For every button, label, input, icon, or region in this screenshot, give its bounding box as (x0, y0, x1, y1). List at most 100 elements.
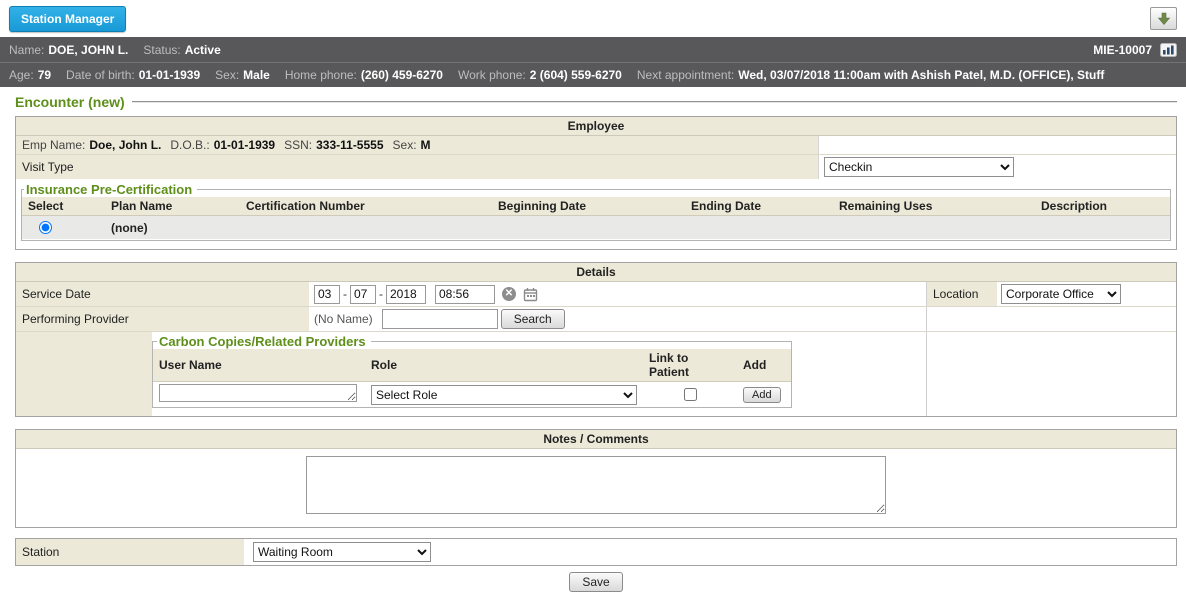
emp-sex-value: M (421, 138, 431, 152)
next-appointment-value: Wed, 03/07/2018 11:00am with Ashish Pate… (738, 68, 1104, 82)
patient-status: Active (185, 43, 221, 57)
insurance-precert-title: Insurance Pre-Certification (24, 182, 197, 197)
legend-divider (132, 101, 1177, 103)
carbon-header-row: User Name Role Link to Patient Add (153, 349, 791, 382)
visit-type-label-cell: Visit Type (16, 155, 818, 179)
calendar-button[interactable] (523, 287, 538, 302)
provider-row-spacer (926, 307, 1176, 331)
carbon-copies-row: Carbon Copies/Related Providers User Nam… (16, 331, 1176, 416)
performing-provider-inputs: (No Name) Search (309, 307, 926, 331)
chart-icon[interactable] (1160, 43, 1177, 57)
age-label: Age: (9, 68, 34, 82)
download-button[interactable] (1150, 7, 1177, 30)
next-appointment-label: Next appointment: (637, 68, 734, 82)
carbon-input-row: Select Role Add (153, 382, 791, 408)
details-header: Details (16, 263, 1176, 282)
dob-label: Date of birth: (66, 68, 135, 82)
performing-provider-row: Performing Provider (No Name) Search (16, 306, 1176, 331)
carbon-copies-title: Carbon Copies/Related Providers (157, 334, 371, 349)
carbon-add-button[interactable]: Add (743, 387, 781, 403)
col-add: Add (737, 349, 791, 382)
work-phone-value: 2 (604) 559-6270 (530, 68, 622, 82)
col-beginning-date: Beginning Date (492, 197, 685, 216)
col-plan-name: Plan Name (105, 197, 240, 216)
col-remaining-uses: Remaining Uses (833, 197, 1035, 216)
emp-dob-value: 01-01-1939 (214, 138, 275, 152)
sex-label: Sex: (215, 68, 239, 82)
location-select[interactable]: Corporate Office (1001, 284, 1121, 304)
notes-header: Notes / Comments (16, 430, 1176, 449)
carbon-username-input[interactable] (159, 384, 357, 402)
provider-search-input[interactable] (382, 309, 498, 329)
calendar-icon (523, 287, 538, 302)
service-date-month-input[interactable] (314, 285, 340, 304)
station-manager-button[interactable]: Station Manager (9, 6, 126, 32)
employee-section: Employee Emp Name: Doe, John L. D.O.B.: … (15, 116, 1177, 250)
provider-search-button[interactable]: Search (501, 309, 565, 329)
patient-demographics-bar: Age: 79 Date of birth: 01-01-1939 Sex: M… (0, 62, 1186, 87)
home-phone-value: (260) 459-6270 (361, 68, 443, 82)
service-date-label-cell: Service Date (16, 282, 309, 306)
save-row: Save (15, 572, 1177, 592)
insurance-row-none: (none) (22, 216, 1170, 240)
provider-no-name: (No Name) (314, 312, 373, 326)
service-date-label: Service Date (22, 287, 91, 301)
patient-id: MIE-10007 (1093, 43, 1152, 57)
visit-type-row: Visit Type Checkin (16, 154, 1176, 179)
service-date-inputs: - - ✕ (309, 282, 926, 306)
details-section: Details Service Date - - ✕ (15, 262, 1177, 417)
visit-type-select[interactable]: Checkin (824, 157, 1014, 177)
location-label: Location (933, 287, 978, 301)
date-separator: - (343, 287, 347, 301)
station-select[interactable]: Waiting Room (253, 542, 431, 562)
emp-name-label: Emp Name: (22, 138, 85, 152)
insurance-precert-table: Select Plan Name Certification Number Be… (22, 197, 1170, 239)
dob-value: 01-01-1939 (139, 68, 200, 82)
notes-section: Notes / Comments (15, 429, 1177, 528)
service-date-day-input[interactable] (350, 285, 376, 304)
service-date-year-input[interactable] (386, 285, 426, 304)
col-link-to-patient: Link to Patient (643, 349, 737, 382)
clear-icon: ✕ (502, 287, 516, 301)
col-select: Select (22, 197, 105, 216)
station-value-cell: Waiting Room (244, 539, 1176, 565)
carbon-copies-cell: Carbon Copies/Related Providers User Nam… (152, 332, 926, 416)
employee-info-spacer (818, 136, 1176, 154)
carbon-row-spacer (926, 332, 1176, 416)
age-value: 79 (38, 68, 51, 82)
patient-name: DOE, JOHN L. (48, 43, 128, 57)
carbon-role-select[interactable]: Select Role (371, 385, 637, 405)
station-row: Station Waiting Room (16, 539, 1176, 565)
insurance-select-radio[interactable] (39, 221, 52, 234)
employee-header: Employee (16, 117, 1176, 136)
emp-ssn-value: 333-11-5555 (316, 138, 383, 152)
station-section: Station Waiting Room (15, 538, 1177, 566)
encounter-legend: Encounter (new) (15, 94, 1177, 110)
encounter-title: Encounter (new) (15, 94, 125, 110)
top-toolbar: Station Manager (0, 0, 1186, 37)
service-time-input[interactable] (435, 285, 495, 304)
plan-name-none: (none) (105, 216, 240, 240)
location-cell: Location Corporate Office (926, 282, 1176, 306)
home-phone-label: Home phone: (285, 68, 357, 82)
employee-info-row: Emp Name: Doe, John L. D.O.B.: 01-01-193… (16, 136, 1176, 154)
notes-textarea[interactable] (306, 456, 886, 514)
emp-ssn-label: SSN: (284, 138, 312, 152)
clear-date-button[interactable]: ✕ (502, 287, 516, 301)
patient-summary-bar: Name: DOE, JOHN L. Status: Active MIE-10… (0, 37, 1186, 62)
location-label-cell: Location (927, 282, 997, 306)
col-role: Role (365, 349, 643, 382)
visit-type-label: Visit Type (22, 160, 74, 174)
station-label: Station (22, 545, 59, 559)
link-to-patient-checkbox[interactable] (684, 388, 697, 401)
emp-name-value: Doe, John L. (89, 138, 161, 152)
employee-info: Emp Name: Doe, John L. D.O.B.: 01-01-193… (16, 136, 818, 154)
carbon-copies-section: Carbon Copies/Related Providers User Nam… (152, 334, 792, 408)
save-button[interactable]: Save (569, 572, 622, 592)
carbon-copies-table: User Name Role Link to Patient Add (153, 349, 791, 407)
sex-value: Male (243, 68, 270, 82)
notes-body (16, 449, 1176, 527)
insurance-precert-section: Insurance Pre-Certification Select Plan … (21, 182, 1171, 241)
col-ending-date: Ending Date (685, 197, 833, 216)
status-label: Status: (143, 43, 180, 57)
